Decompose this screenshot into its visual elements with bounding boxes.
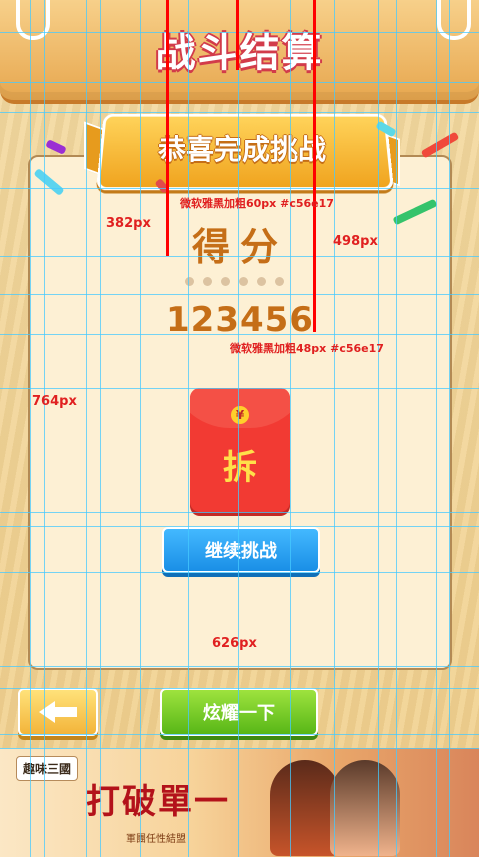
guide-line — [0, 188, 479, 189]
measure-annotation: 626px — [212, 636, 257, 651]
dot — [221, 277, 230, 286]
ad-headline: 打破單一 — [86, 782, 230, 822]
guide-line — [188, 0, 189, 857]
ad-subtitle: 軍團任性結盟 — [126, 834, 186, 845]
guide-line — [436, 0, 437, 857]
guide-line — [0, 256, 479, 257]
share-button[interactable]: 炫耀一下 — [160, 688, 318, 736]
guide-line — [86, 0, 87, 857]
page-title: 战斗结算 — [155, 30, 324, 76]
guide-line — [140, 0, 141, 857]
measure-annotation: 382px — [106, 216, 151, 231]
red-envelope[interactable]: ¥ 拆 — [190, 388, 290, 512]
guide-line — [0, 666, 479, 667]
guide-line — [449, 0, 450, 857]
measure-line — [166, 0, 169, 256]
score-dots — [185, 277, 284, 286]
guide-line — [0, 572, 479, 573]
guide-line — [0, 688, 479, 689]
dot — [257, 277, 266, 286]
guide-line — [0, 294, 479, 295]
hero-figure-2 — [330, 760, 400, 856]
guide-line — [334, 0, 335, 857]
score-label: 得分 — [191, 225, 288, 269]
guide-line — [0, 748, 479, 749]
ad-banner[interactable]: 趣味三國 打破單一 軍團任性結盟 — [0, 748, 479, 857]
guide-line — [238, 0, 239, 857]
measure-line — [236, 0, 239, 70]
coin-icon: ¥ — [231, 406, 249, 424]
dot — [185, 277, 194, 286]
congrats-text: 恭喜完成挑战 — [157, 133, 326, 166]
guide-line — [396, 0, 397, 857]
guide-line — [0, 112, 479, 113]
guide-line — [0, 334, 479, 335]
continue-challenge-button[interactable]: 继续挑战 — [162, 527, 320, 573]
font-spec-annotation: 微软雅黑加粗60px #c56e17 — [180, 197, 334, 210]
measure-annotation: 764px — [32, 394, 77, 409]
guide-line — [0, 734, 479, 735]
guide-line — [0, 512, 479, 513]
guide-line — [30, 0, 31, 857]
measure-line — [313, 0, 316, 332]
dot — [203, 277, 212, 286]
open-envelope-label: 拆 — [223, 448, 257, 488]
dot — [275, 277, 284, 286]
guide-line — [378, 0, 379, 857]
guide-line — [0, 82, 479, 83]
guide-line — [0, 388, 479, 389]
guide-line — [0, 526, 479, 527]
guide-line — [44, 0, 45, 857]
guide-line — [0, 32, 479, 33]
font-spec-annotation: 微软雅黑加粗48px #c56e17 — [230, 342, 384, 355]
guide-line — [100, 0, 101, 857]
ad-logo: 趣味三國 — [16, 756, 79, 781]
measure-annotation: 498px — [333, 234, 378, 249]
guide-line — [290, 0, 291, 857]
dot — [239, 277, 248, 286]
